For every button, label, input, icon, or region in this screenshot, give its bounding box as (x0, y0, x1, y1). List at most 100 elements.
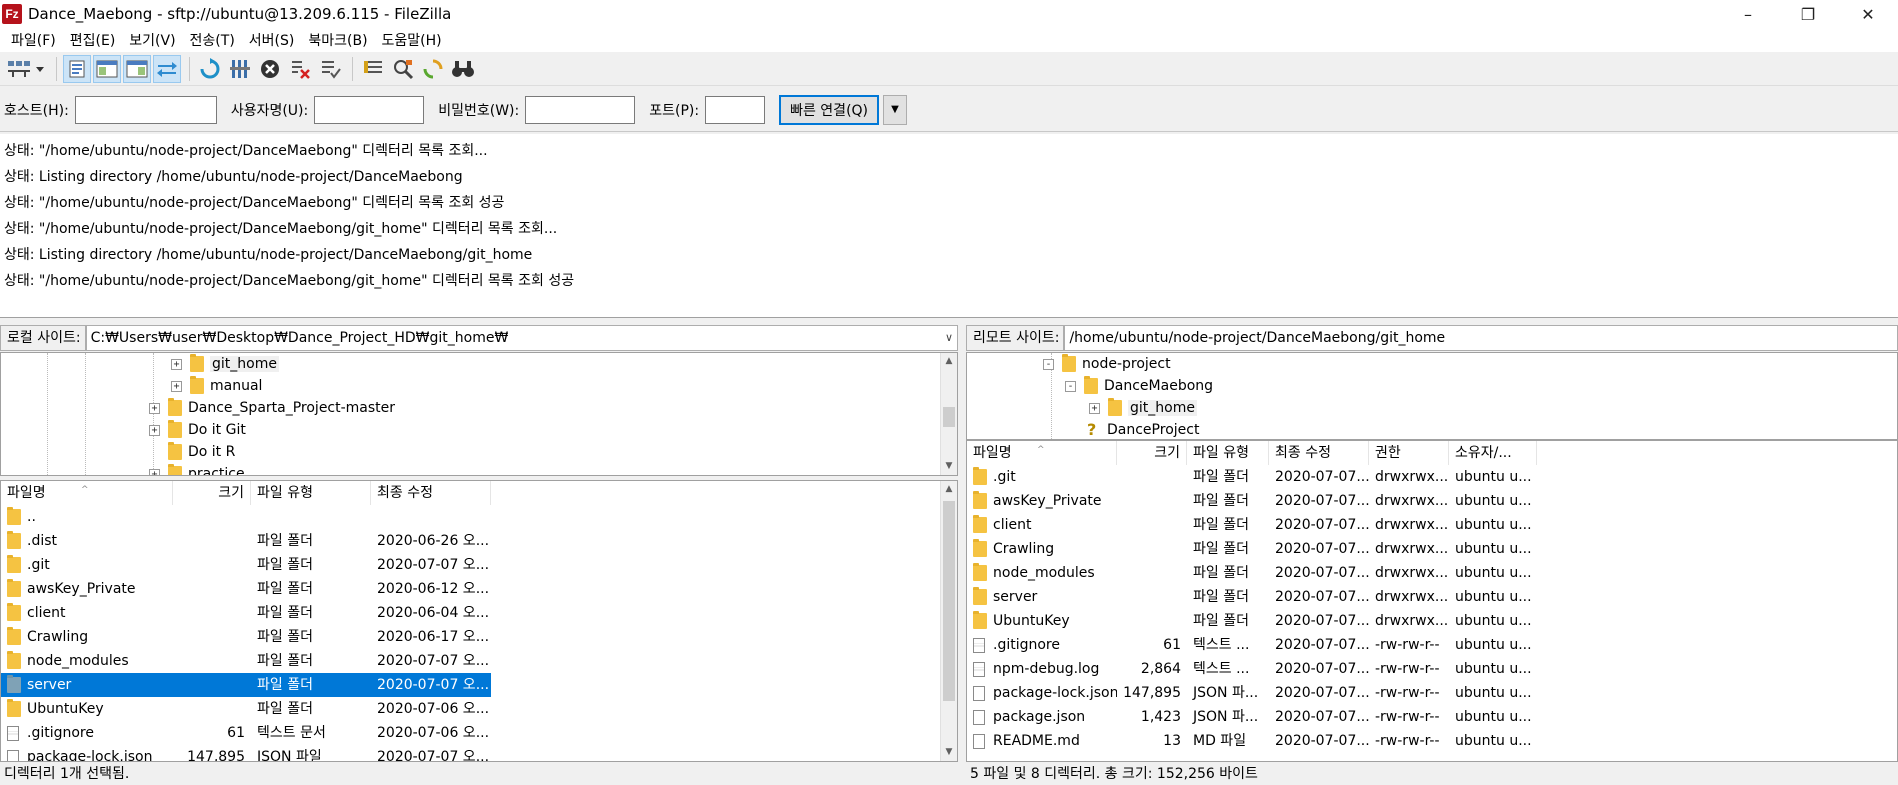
local-file-row[interactable]: .git 파일 폴더 2020-07-07 오... (1, 553, 491, 577)
remote-file-row[interactable]: .git 파일 폴더 2020-07-07... drwxrwx... ubuntu u… (967, 465, 1537, 489)
remote-file-row[interactable]: client 파일 폴더 2020-07-07... drwxrwx... ubuntu… (967, 513, 1537, 537)
scroll-down-icon[interactable]: ▼ (941, 744, 957, 761)
remote-file-row[interactable]: awsKey_Private 파일 폴더 2020-07-07... drwxrwx.… (967, 489, 1537, 513)
username-input[interactable] (314, 95, 425, 124)
remote-file-row[interactable]: Crawling 파일 폴더 2020-07-07... drwxrwx... ubun… (967, 537, 1537, 561)
scroll-up-icon[interactable]: ▲ (941, 481, 957, 498)
remote-col-permissions[interactable]: 권한 (1369, 441, 1449, 465)
scroll-thumb[interactable] (943, 407, 955, 427)
file-icon (973, 709, 985, 725)
menu-edit[interactable]: 편집(E) (63, 30, 123, 50)
local-tree-item[interactable]: + Dance_Sparta_Project-master (149, 397, 395, 419)
local-file-row[interactable]: server 파일 폴더 2020-07-07 오... (1, 673, 491, 697)
remote-col-owner[interactable]: 소유자/... (1449, 441, 1537, 465)
refresh-button[interactable] (196, 55, 224, 83)
local-tree-item[interactable]: + manual (171, 375, 262, 397)
local-file-row[interactable]: UbuntuKey 파일 폴더 2020-07-06 오... (1, 697, 491, 721)
local-col-modified[interactable]: 최종 수정 (371, 481, 491, 505)
local-col-name[interactable]: 파일명 ^ (1, 481, 173, 505)
remote-col-size[interactable]: 크기 (1117, 441, 1187, 465)
folder-icon (190, 354, 204, 372)
scroll-up-icon[interactable]: ▲ (941, 353, 957, 370)
remote-file-row[interactable]: UbuntuKey 파일 폴더 2020-07-07... drwxrwx... ubu… (967, 609, 1537, 633)
site-manager-button[interactable] (4, 55, 48, 83)
local-path-input[interactable]: C:₩Users₩user₩Desktop₩Dance_Project_HD₩g… (85, 325, 958, 351)
toggle-remote-tree-button[interactable] (123, 54, 151, 83)
toggle-local-tree-button[interactable] (93, 54, 121, 83)
reconnect-button[interactable] (316, 55, 344, 83)
menu-view[interactable]: 보기(V) (122, 30, 182, 50)
maximize-button[interactable]: ❐ (1778, 0, 1838, 28)
remote-col-name[interactable]: 파일명 ^ (967, 441, 1117, 465)
remote-file-owner: ubuntu u... (1455, 709, 1532, 725)
toggle-queue-button[interactable] (153, 54, 181, 83)
menu-file[interactable]: 파일(F) (4, 30, 63, 50)
process-queue-button[interactable] (226, 55, 254, 83)
local-file-row[interactable]: node_modules 파일 폴더 2020-07-07 오... (1, 649, 491, 673)
remote-path-input[interactable]: /home/ubuntu/node-project/DanceMaebong/g… (1064, 325, 1898, 351)
remote-col-modified[interactable]: 최종 수정 (1269, 441, 1369, 465)
local-col-type[interactable]: 파일 유형 (251, 481, 371, 505)
close-button[interactable]: ✕ (1838, 0, 1898, 28)
expand-icon[interactable]: + (149, 424, 160, 436)
cancel-button[interactable] (256, 55, 284, 83)
local-file-row[interactable]: .. (1, 505, 491, 529)
filter-button[interactable] (359, 55, 387, 83)
menu-help[interactable]: 도움말(H) (375, 30, 449, 50)
remote-file-name: UbuntuKey (993, 613, 1070, 629)
menu-server[interactable]: 서버(S) (242, 30, 302, 50)
expand-icon[interactable]: + (149, 468, 160, 475)
remote-file-row[interactable]: .gitignore 61 텍스트 ... 2020-07-07... -rw-rw-r… (967, 633, 1537, 657)
scroll-down-icon[interactable]: ▼ (941, 458, 957, 475)
local-list-scrollbar[interactable]: ▲ ▼ (940, 481, 957, 761)
search-button[interactable] (449, 55, 477, 83)
pane-splitter[interactable] (958, 322, 966, 785)
remote-tree-item[interactable]: - DanceMaebong (1065, 375, 1213, 397)
quickconnect-dropdown[interactable]: ▼ (883, 94, 908, 125)
port-input[interactable] (705, 95, 766, 124)
menu-bookmarks[interactable]: 북마크(B) (301, 30, 374, 50)
minimize-button[interactable]: – (1718, 0, 1778, 28)
local-file-row[interactable]: awsKey_Private 파일 폴더 2020-06-12 오... (1, 577, 491, 601)
toggle-log-button[interactable] (63, 54, 91, 83)
local-tree-scrollbar[interactable]: ▲ ▼ (940, 353, 957, 475)
password-input[interactable] (525, 95, 636, 124)
host-input[interactable] (74, 95, 217, 124)
remote-file-owner: ubuntu u... (1455, 589, 1532, 605)
remote-tree-item[interactable]: ? DanceProject (1087, 419, 1199, 439)
remote-file-row[interactable]: server 파일 폴더 2020-07-07... drwxrwx... ubuntu… (967, 585, 1537, 609)
remote-tree-item[interactable]: - node-project (1043, 353, 1171, 375)
local-tree-item[interactable]: + practice (149, 463, 245, 475)
remote-col-type[interactable]: 파일 유형 (1187, 441, 1269, 465)
collapse-icon[interactable]: - (1065, 380, 1076, 392)
remote-file-row[interactable]: npm-debug.log 2,864 텍스트 ... 2020-07-07... -r… (967, 657, 1537, 681)
local-file-row[interactable]: package-lock.json 147,895 JSON 파일 2020-07-0… (1, 745, 491, 761)
local-tree-item[interactable]: Do it R (168, 441, 235, 463)
remote-file-row[interactable]: package.json 1,423 JSON 파... 2020-07-07... -… (967, 705, 1537, 729)
local-file-type: 파일 폴더 (257, 629, 313, 645)
remote-file-permissions: drwxrwx... (1375, 565, 1449, 581)
disconnect-button[interactable] (286, 55, 314, 83)
scroll-thumb[interactable] (943, 501, 955, 701)
expand-icon[interactable]: + (1089, 402, 1100, 414)
local-file-row[interactable]: Crawling 파일 폴더 2020-06-17 오... (1, 625, 491, 649)
remote-tree-item[interactable]: + git_home (1089, 397, 1197, 419)
expand-icon[interactable]: + (149, 402, 160, 414)
remote-file-row[interactable]: README.md 13 MD 파일 2020-07-07... -rw-rw-r-- u… (967, 729, 1537, 753)
remote-file-row[interactable]: node_modules 파일 폴더 2020-07-07... drwxrwx...… (967, 561, 1537, 585)
remote-list-header: 파일명 ^ 크기 파일 유형 최종 수정 권한 소유자/... (967, 441, 1537, 465)
local-file-row[interactable]: .dist 파일 폴더 2020-06-26 오... (1, 529, 491, 553)
remote-file-row[interactable]: package-lock.json 147,895 JSON 파... 2020-07… (967, 681, 1537, 705)
local-file-row[interactable]: .gitignore 61 텍스트 문서 2020-07-06 오... (1, 721, 491, 745)
sync-browse-button[interactable] (419, 55, 447, 83)
local-file-row[interactable]: client 파일 폴더 2020-06-04 오... (1, 601, 491, 625)
local-col-size[interactable]: 크기 (173, 481, 251, 505)
local-tree-item[interactable]: + Do it Git (149, 419, 246, 441)
expand-icon[interactable]: + (171, 358, 182, 370)
expand-icon[interactable]: + (171, 380, 182, 392)
compare-button[interactable] (389, 55, 417, 83)
collapse-icon[interactable]: - (1043, 358, 1054, 370)
local-tree-item[interactable]: + git_home (171, 353, 279, 375)
menu-transfer[interactable]: 전송(T) (183, 30, 242, 50)
quickconnect-button[interactable]: 빠른 연결(Q) (779, 94, 880, 125)
